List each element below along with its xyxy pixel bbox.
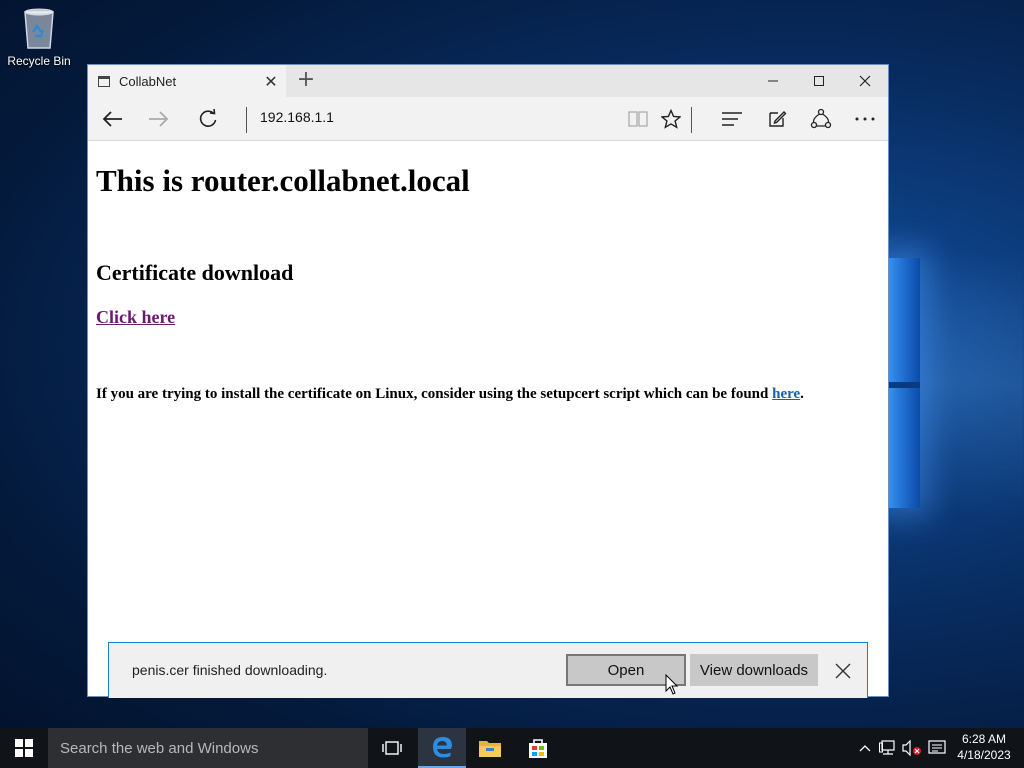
store-bag-icon bbox=[529, 739, 547, 758]
navigation-bar: 192.168.1.1 bbox=[88, 97, 888, 141]
title-bar: CollabNet ✕ + bbox=[88, 65, 888, 97]
new-tab-button[interactable]: + bbox=[294, 69, 318, 93]
taskbar: Search the web and Windows 6:28 AM 4/18/… bbox=[0, 728, 1024, 768]
download-message: penis.cer finished downloading. bbox=[132, 662, 328, 678]
start-button[interactable] bbox=[0, 728, 48, 768]
edge-browser-icon bbox=[433, 737, 452, 758]
minimize-icon bbox=[768, 80, 778, 82]
page-content: This is router.collabnet.local Certifica… bbox=[88, 141, 888, 696]
favorite-button[interactable] bbox=[654, 103, 688, 135]
pen-edit-icon bbox=[769, 111, 787, 127]
close-icon bbox=[835, 663, 851, 679]
mouse-cursor-icon bbox=[665, 674, 679, 695]
action-center-button[interactable] bbox=[926, 728, 948, 768]
linux-info-sentence: If you are trying to install the certifi… bbox=[96, 386, 773, 402]
share-icon bbox=[810, 108, 832, 129]
address-bar[interactable]: 192.168.1.1 bbox=[260, 109, 334, 125]
taskbar-edge[interactable] bbox=[418, 728, 466, 768]
book-icon bbox=[628, 111, 648, 127]
show-hidden-icons-button[interactable] bbox=[856, 728, 874, 768]
recycle-bin-label: Recycle Bin bbox=[7, 54, 71, 68]
tab-collabnet[interactable]: CollabNet ✕ bbox=[88, 65, 286, 97]
maximize-icon bbox=[814, 76, 824, 86]
close-tab-icon[interactable]: ✕ bbox=[256, 72, 286, 91]
more-button[interactable] bbox=[848, 103, 882, 135]
refresh-button[interactable] bbox=[191, 103, 225, 135]
page-icon bbox=[98, 75, 110, 87]
setupcert-script-link[interactable]: here bbox=[772, 386, 800, 402]
forward-arrow-icon bbox=[149, 111, 169, 127]
folder-icon bbox=[479, 741, 501, 757]
certificate-download-link[interactable]: Click here bbox=[96, 307, 175, 328]
hub-button[interactable] bbox=[715, 103, 749, 135]
network-tray-button[interactable] bbox=[877, 728, 899, 768]
page-heading: This is router.collabnet.local bbox=[96, 163, 470, 198]
star-icon bbox=[661, 109, 681, 129]
section-heading: Certificate download bbox=[96, 260, 294, 285]
tab-title: CollabNet bbox=[119, 73, 177, 89]
task-view-button[interactable] bbox=[368, 728, 416, 768]
refresh-icon bbox=[199, 109, 217, 127]
close-window-button[interactable] bbox=[842, 65, 888, 97]
more-dots-icon bbox=[855, 117, 875, 121]
hub-icon bbox=[722, 112, 742, 126]
linux-info-text: If you are trying to install the certifi… bbox=[96, 386, 804, 403]
task-view-icon bbox=[382, 741, 402, 755]
taskbar-store[interactable] bbox=[514, 728, 562, 768]
volume-tray-button[interactable] bbox=[900, 728, 924, 768]
taskbar-search-box[interactable]: Search the web and Windows bbox=[48, 728, 368, 768]
toolbar-separator bbox=[691, 107, 692, 133]
back-arrow-icon bbox=[102, 111, 122, 127]
windows-start-icon bbox=[15, 739, 33, 757]
clock-time: 6:28 AM bbox=[961, 732, 1007, 746]
back-button[interactable] bbox=[95, 103, 129, 135]
recycle-bin-shortcut[interactable]: Recycle Bin bbox=[6, 6, 72, 68]
forward-button[interactable] bbox=[142, 103, 176, 135]
view-downloads-button[interactable]: View downloads bbox=[690, 654, 818, 686]
address-separator bbox=[246, 107, 247, 133]
desktop-light-beam bbox=[905, 250, 1024, 520]
taskbar-file-explorer[interactable] bbox=[466, 728, 514, 768]
reading-view-button[interactable] bbox=[621, 103, 655, 135]
clock-date: 4/18/2023 bbox=[957, 748, 1011, 762]
web-note-button[interactable] bbox=[760, 103, 794, 135]
chevron-up-icon bbox=[859, 745, 871, 752]
download-notification-bar: penis.cer finished downloading. Open Vie… bbox=[108, 642, 868, 698]
edge-browser-window: CollabNet ✕ + 192.168.1.1 This is router… bbox=[87, 64, 889, 698]
network-icon bbox=[879, 740, 895, 755]
minimize-button[interactable] bbox=[750, 65, 796, 97]
speaker-muted-icon bbox=[902, 740, 921, 756]
recycle-bin-icon bbox=[19, 6, 59, 50]
action-center-icon bbox=[928, 740, 946, 754]
share-button[interactable] bbox=[804, 103, 838, 135]
linux-info-period: . bbox=[800, 386, 804, 402]
maximize-button[interactable] bbox=[796, 65, 842, 97]
taskbar-clock[interactable]: 6:28 AM 4/18/2023 bbox=[952, 731, 1016, 763]
close-download-bar-button[interactable] bbox=[829, 657, 857, 685]
close-icon bbox=[859, 75, 871, 87]
